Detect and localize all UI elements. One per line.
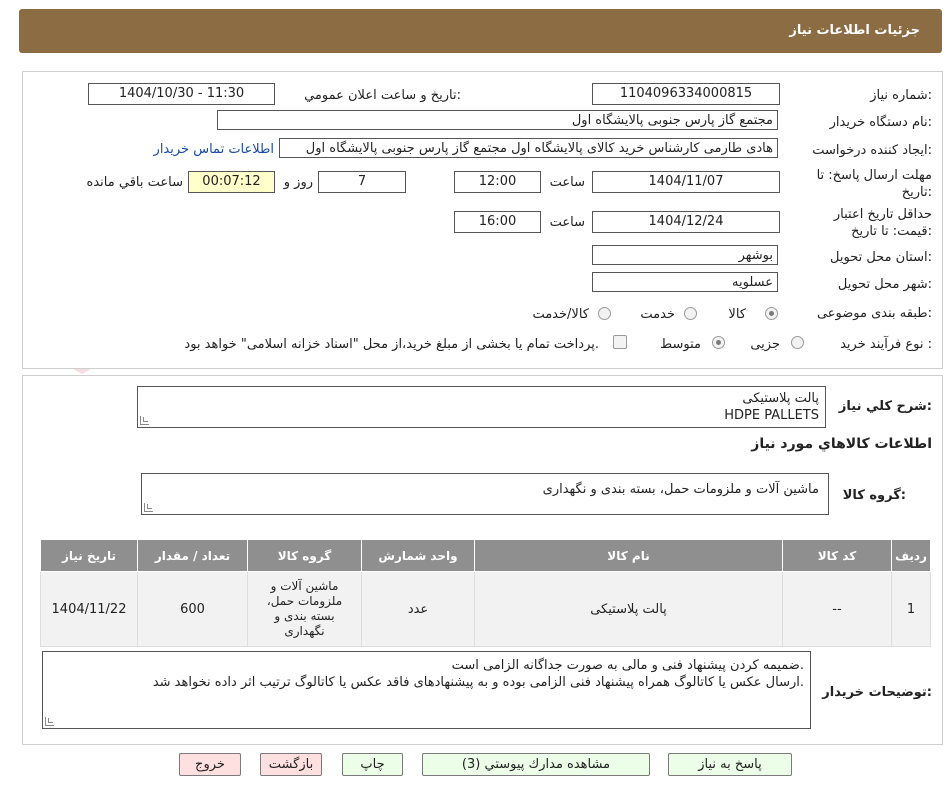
remaining-timer: 00:07:12: [188, 171, 275, 193]
summary-label: شرح کلي نیاز:: [838, 399, 932, 414]
exit-button[interactable]: خروج: [179, 753, 241, 776]
deadline-time-label: ساعت: [549, 175, 585, 190]
resize-handle-icon[interactable]: [45, 717, 54, 726]
category-option-goods: کالا: [728, 307, 746, 322]
category-radio-goods-service[interactable]: [598, 307, 611, 320]
summary-line-1: پالت پلاستیکی: [742, 391, 819, 406]
remaining-label: ساعت باقي مانده: [86, 175, 183, 190]
buyer-label: نام دستگاه خریدار:: [829, 115, 932, 130]
deadline-time-field: 12:00: [454, 171, 541, 193]
print-button[interactable]: چاپ: [342, 753, 403, 776]
col-header-unit: واحد شمارش: [361, 539, 475, 572]
category-radio-goods[interactable]: [765, 307, 778, 320]
days-label: روز و: [283, 175, 313, 190]
validity-label-2: قیمت: تا تاریخ:: [851, 224, 932, 239]
cell-unit: عدد: [361, 571, 475, 647]
validity-label-1: حداقل تاریخ اعتبار: [833, 207, 932, 222]
resize-handle-icon[interactable]: [140, 416, 149, 425]
creator-field: هادی طارمی کارشناس خرید کالای پالایشگاه …: [279, 138, 778, 158]
deadline-label-2: تاریخ:: [901, 185, 932, 200]
page-title: جزئیات اطلاعات نیاز: [789, 23, 920, 38]
notes-textarea: ضمیمه کردن پیشنهاد فنی و مالی به صورت جد…: [42, 651, 811, 729]
items-table: ردیف کد کالا نام کالا واحد شمارش گروه کا…: [40, 539, 931, 647]
summary-textarea: پالت پلاستیکی HDPE PALLETS: [137, 386, 826, 428]
announce-field: 1404/10/30 - 11:30: [88, 83, 275, 105]
buyer-contact-link[interactable]: اطلاعات تماس خریدار: [154, 142, 274, 157]
back-button[interactable]: بازگشت: [260, 753, 322, 776]
process-option-medium: متوسط: [660, 337, 701, 352]
category-option-service: خدمت: [640, 307, 675, 322]
cell-quantity: 600: [137, 571, 248, 647]
deadline-date-field: 1404/11/07: [592, 171, 780, 193]
province-label: استان محل تحویل:: [830, 250, 932, 265]
group-label: گروه کالا:: [842, 488, 906, 503]
city-field: عسلویه: [592, 272, 778, 292]
validity-time-field: 16:00: [454, 211, 541, 233]
notes-line-2: ارسال عکس یا کاتالوگ همراه پیشنهاد فنی ا…: [152, 675, 804, 690]
notes-label: توضیحات خریدار:: [822, 685, 932, 700]
col-header-need-date: تاریخ نیاز: [40, 539, 138, 572]
view-attachments-button[interactable]: مشاهده مدارك پیوستي (3): [422, 753, 650, 776]
process-label: نوع فرآیند خرید :: [840, 337, 932, 352]
col-header-row-number: ردیف: [891, 539, 931, 572]
days-field: 7: [318, 171, 406, 193]
page-header: جزئیات اطلاعات نیاز: [19, 9, 942, 53]
treasury-payment-note: پرداخت تمام یا بخشی از مبلغ خرید،از محل …: [184, 337, 599, 352]
city-label: شهر محل تحویل:: [837, 277, 932, 292]
table-row: 1 -- پالت پلاستیکی عدد ماشین آلات و ملزو…: [40, 571, 931, 647]
items-section-title: اطلاعات کالاهاي مورد نیاز: [751, 436, 932, 452]
announce-label: تاریخ و ساعت اعلان عمومي:: [304, 88, 461, 103]
need-number-label: شماره نیاز:: [870, 88, 932, 103]
validity-date-field: 1404/12/24: [592, 211, 780, 233]
cell-need-date: 1404/11/22: [40, 571, 138, 647]
creator-label: ایجاد کننده درخواست:: [812, 143, 932, 158]
cell-group: ماشین آلات و ملزومات حمل، بسته بندی و نگ…: [247, 571, 362, 647]
process-option-minor: جزیی: [750, 337, 780, 352]
col-header-code: کد کالا: [782, 539, 892, 572]
buyer-field: مجتمع گاز پارس جنوبی پالایشگاه اول: [217, 110, 778, 130]
cell-row-number: 1: [891, 571, 931, 647]
resize-handle-icon[interactable]: [144, 503, 153, 512]
treasury-checkbox[interactable]: [613, 335, 627, 349]
col-header-name: نام کالا: [474, 539, 783, 572]
validity-time-label: ساعت: [549, 215, 585, 230]
table-header-row: ردیف کد کالا نام کالا واحد شمارش گروه کا…: [40, 539, 931, 572]
process-radio-minor[interactable]: [791, 336, 804, 349]
category-label: طبقه بندی موضوعی:: [816, 306, 932, 321]
category-option-goods-service: کالا/خدمت: [532, 307, 589, 322]
category-radio-service[interactable]: [684, 307, 697, 320]
col-header-quantity: تعداد / مقدار: [137, 539, 248, 572]
summary-line-2: HDPE PALLETS: [724, 408, 819, 423]
group-value: ماشین آلات و ملزومات حمل، بسته بندی و نگ…: [542, 482, 819, 497]
province-field: بوشهر: [592, 245, 778, 265]
deadline-label-1: مهلت ارسال پاسخ: تا: [816, 168, 932, 183]
cell-code: --: [782, 571, 892, 647]
group-textarea: ماشین آلات و ملزومات حمل، بسته بندی و نگ…: [141, 473, 829, 515]
process-radio-medium[interactable]: [712, 336, 725, 349]
need-number-field: 1104096334000815: [592, 83, 780, 105]
reply-button[interactable]: پاسخ به نیاز: [668, 753, 792, 776]
col-header-group: گروه کالا: [247, 539, 362, 572]
cell-name: پالت پلاستیکی: [474, 571, 783, 647]
notes-line-1: ضمیمه کردن پیشنهاد فنی و مالی به صورت جد…: [451, 658, 804, 673]
